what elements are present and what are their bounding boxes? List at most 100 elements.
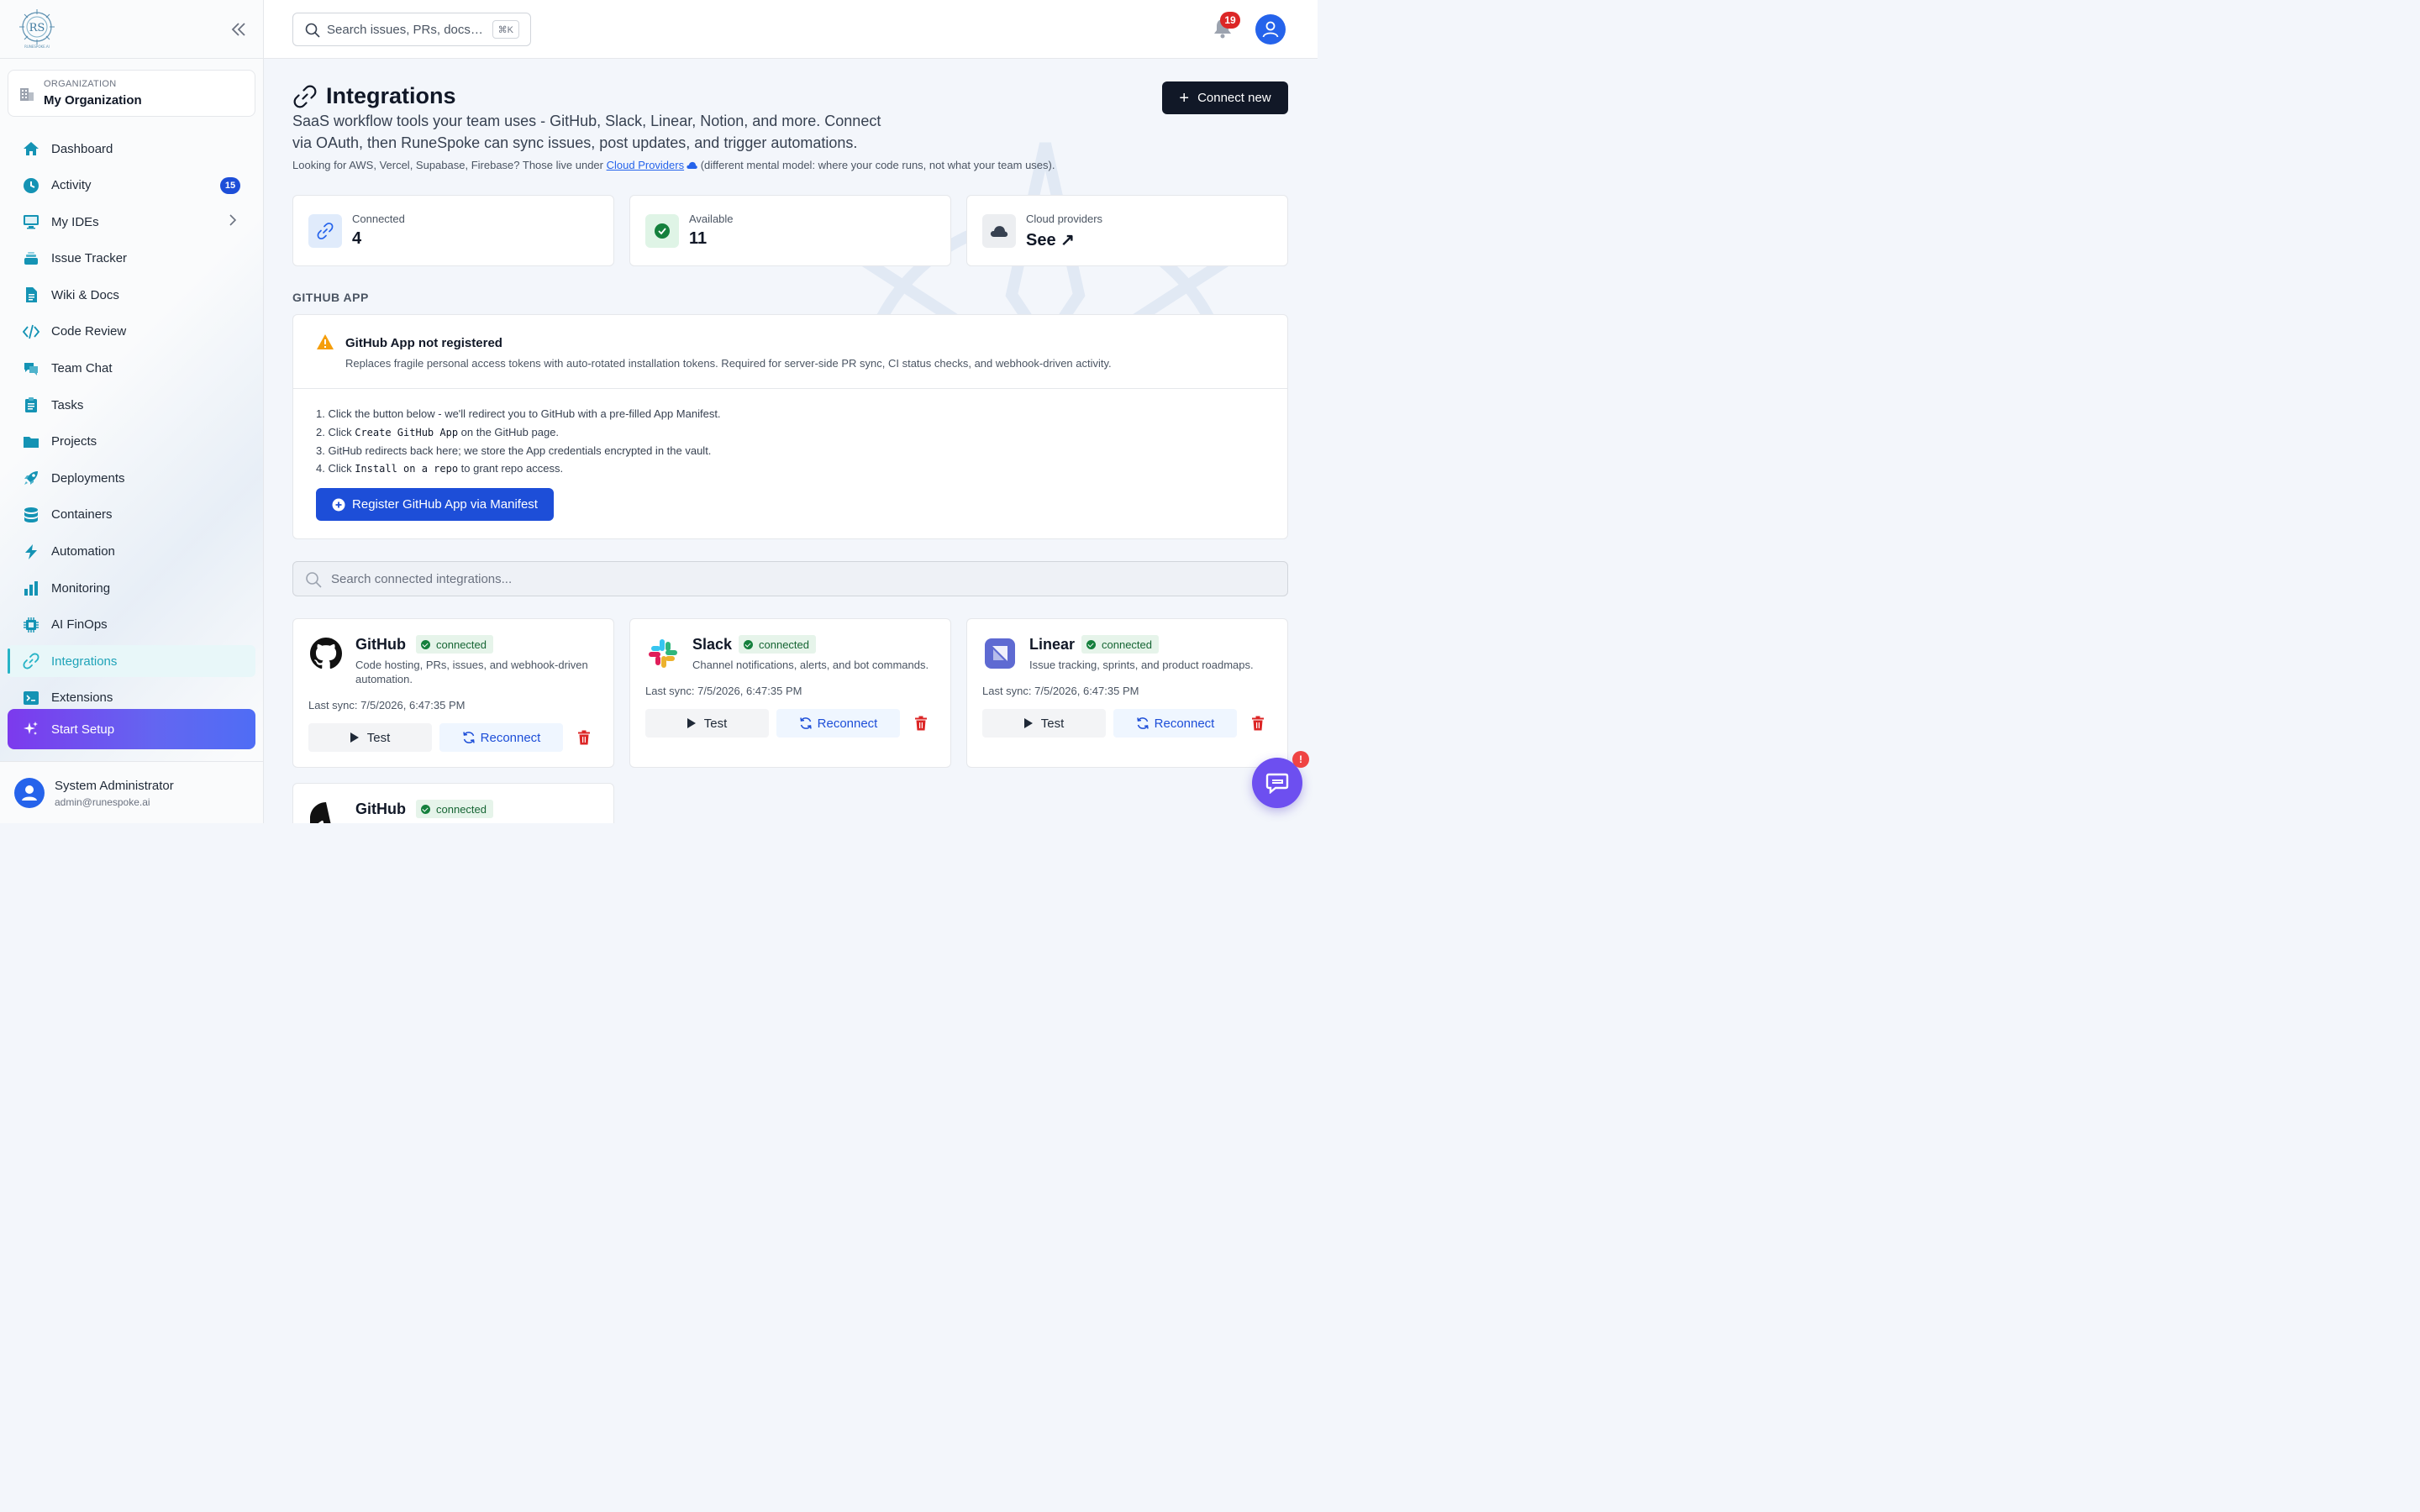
sidebar-item-automation[interactable]: Automation [8,536,255,568]
reconnect-button[interactable]: Reconnect [439,723,563,752]
step-2-text-end: on the GitHub page. [458,425,560,438]
reconnect-button[interactable]: Reconnect [1113,709,1237,738]
sidebar-item-label: Deployments [51,470,125,486]
sidebar-item-my-ides[interactable]: My IDEs [8,206,255,238]
keyboard-shortcut-hint: ⌘K [492,20,519,39]
sidebar-item-label: My IDEs [51,214,99,229]
status-text: connected [759,638,809,651]
sidebar-item-label: Team Chat [51,361,113,376]
trash-icon[interactable] [577,730,591,745]
sidebar-item-label: Tasks [51,397,84,412]
user-profile[interactable]: System Administrator admin@runespoke.ai [0,761,263,823]
status-badge: connected [1081,635,1159,654]
test-label: Test [1040,716,1065,731]
code-icon [23,324,39,339]
register-button-label: Register GitHub App via Manifest [352,497,538,512]
terminal-icon [24,690,39,705]
sparkles-icon [24,722,38,735]
step-2-code: Create GitHub App [355,426,459,438]
chevrons-left-icon [231,23,245,36]
sidebar-item-label: Extensions [51,690,113,706]
step-4-code: Install on a repo [355,463,459,475]
plus-icon: + [1179,88,1190,108]
sidebar-item-projects[interactable]: Projects [8,426,255,458]
sidebar-item-code-review[interactable]: Code Review [8,316,255,348]
page-header: Integrations [292,83,456,109]
github-logo [308,801,344,823]
test-button[interactable]: Test [308,723,432,752]
github-logo [308,636,344,671]
sidebar-item-tasks[interactable]: Tasks [8,389,255,421]
rocket-icon [24,471,38,486]
last-sync: Last sync: 7/5/2026, 6:47:35 PM [645,685,802,697]
organization-switcher[interactable]: ORGANIZATION My Organization [8,70,255,117]
refresh-icon [462,732,475,743]
runespoke-logo[interactable]: RS RUNESPOKE.AI [17,8,57,49]
trash-icon[interactable] [914,716,928,731]
sidebar-item-label: Wiki & Docs [51,287,119,302]
integration-description: Code hosting, PRs, issues, and webhook-d… [355,659,588,685]
check-circle-icon [744,639,753,649]
building-icon [20,88,34,101]
clipboard-icon [25,397,37,413]
github-app-panel: GitHub App not registered Replaces fragi… [292,314,1288,539]
reconnect-label: Reconnect [480,730,541,745]
integration-name: GitHub [355,801,406,817]
sidebar: RS RUNESPOKE.AI ORGANIZATION My Organiza… [0,0,264,823]
collapse-sidebar-button[interactable] [229,20,249,39]
github-icon [310,802,331,823]
sidebar-item-label: Dashboard [51,141,113,156]
play-icon [350,732,359,743]
sidebar-item-issue-tracker[interactable]: Issue Tracker [8,243,255,275]
chat-bubble-icon [1265,773,1289,794]
sidebar-item-label: Integrations [51,654,118,669]
global-search-input[interactable]: Search issues, PRs, docs… ⌘K [292,13,531,46]
test-button[interactable]: Test [982,709,1106,738]
check-circle-icon [1086,639,1096,649]
activity-count-badge: 15 [220,176,240,194]
stat-value-link[interactable]: See ↗ [1026,229,1075,250]
warning-icon [317,334,334,349]
status-badge: connected [739,635,816,654]
step-4-text-end: to grant repo access. [458,462,564,475]
link-icon [293,85,317,108]
sidebar-item-deployments[interactable]: Deployments [8,462,255,494]
step-4-text: 4. Click [316,462,355,475]
user-icon [22,785,37,801]
refresh-icon [1136,717,1149,729]
reconnect-button[interactable]: Reconnect [776,709,900,738]
sidebar-item-containers[interactable]: Containers [8,499,255,531]
test-label: Test [703,716,728,731]
sidebar-item-team-chat[interactable]: Team Chat [8,353,255,385]
register-github-app-button[interactable]: Register GitHub App via Manifest [316,488,554,521]
integration-card-github: GitHub connected Code hosting, PRs, issu… [292,618,614,768]
status-text: connected [436,638,487,651]
play-icon [1023,718,1033,728]
sidebar-item-ai-finops[interactable]: AI FinOps [8,609,255,641]
registration-steps: 1. Click the button below - we'll redire… [316,407,721,480]
sidebar-item-label: Automation [51,544,115,559]
connect-new-button[interactable]: + Connect new [1162,81,1288,114]
sidebar-item-wiki-docs[interactable]: Wiki & Docs [8,279,255,311]
cloud-providers-link[interactable]: Cloud Providers [607,159,685,171]
notification-count-badge: 19 [1220,12,1240,29]
stat-card-cloud-providers[interactable]: Cloud providers See ↗ [966,195,1288,266]
cloud-icon [687,161,697,169]
trash-icon[interactable] [1251,716,1265,731]
search-integrations-input[interactable]: Search connected integrations... [292,561,1288,596]
organization-label: ORGANIZATION [44,79,117,89]
user-avatar-button[interactable] [1255,14,1286,45]
sidebar-item-monitoring[interactable]: Monitoring [8,572,255,604]
start-setup-button[interactable]: Start Setup [8,709,255,749]
stat-card-available: Available 11 [629,195,951,266]
sidebar-item-label: Projects [51,434,97,449]
test-button[interactable]: Test [645,709,769,738]
link-icon [317,223,334,239]
sidebar-item-integrations[interactable]: Integrations [8,645,255,678]
sidebar-item-activity[interactable]: Activity 15 [8,170,255,202]
stat-label: Cloud providers [1026,213,1103,225]
sidebar-item-dashboard[interactable]: Dashboard [8,133,255,165]
chip-icon [24,617,39,633]
sidebar-item-label: Containers [51,507,113,522]
search-placeholder: Search issues, PRs, docs… [327,23,483,37]
